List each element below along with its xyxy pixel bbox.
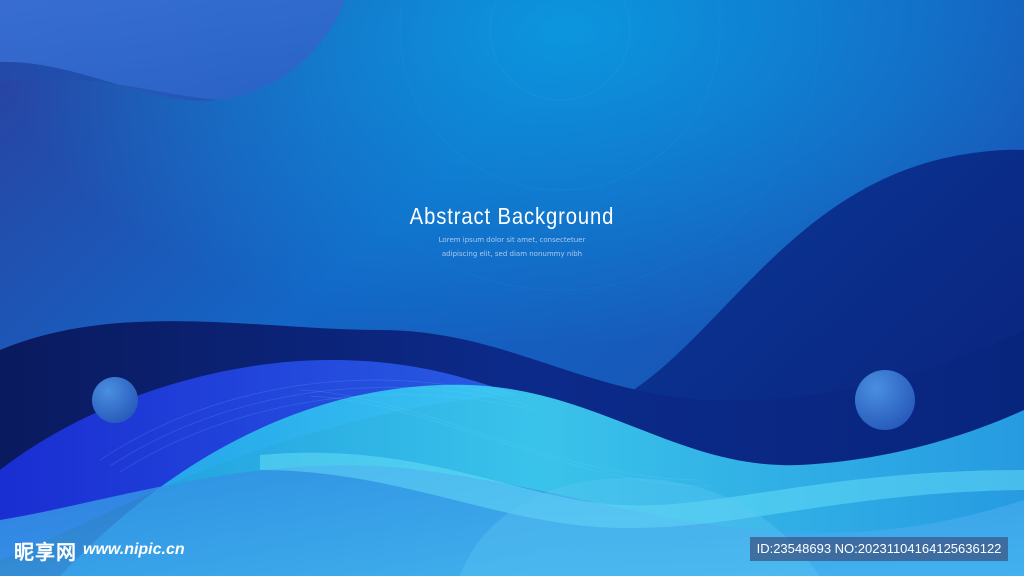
hero-text: Abstract Background Lorem ipsum dolor si…: [0, 200, 1024, 260]
left-circle: [92, 377, 138, 423]
image-id-badge: ID:23548693 NO:20231104164125636122: [750, 537, 1008, 561]
hero-title: Abstract Background: [409, 203, 615, 229]
hero-subtitle-line-2: adipiscing elit, sed diam nonummy nibh: [441, 250, 583, 258]
site-name-cn: 昵享网: [14, 539, 77, 564]
wave-background: [0, 0, 1024, 576]
right-circle: [855, 370, 915, 430]
hero-subtitle-line-1: Lorem ipsum dolor sit amet, consectetuer: [438, 236, 586, 244]
site-url: www.nipic.cn: [83, 541, 185, 558]
site-watermark-logo: 昵享网 www.nipic.cn: [14, 538, 185, 564]
abstract-background-canvas: Abstract Background Lorem ipsum dolor si…: [0, 0, 1024, 576]
